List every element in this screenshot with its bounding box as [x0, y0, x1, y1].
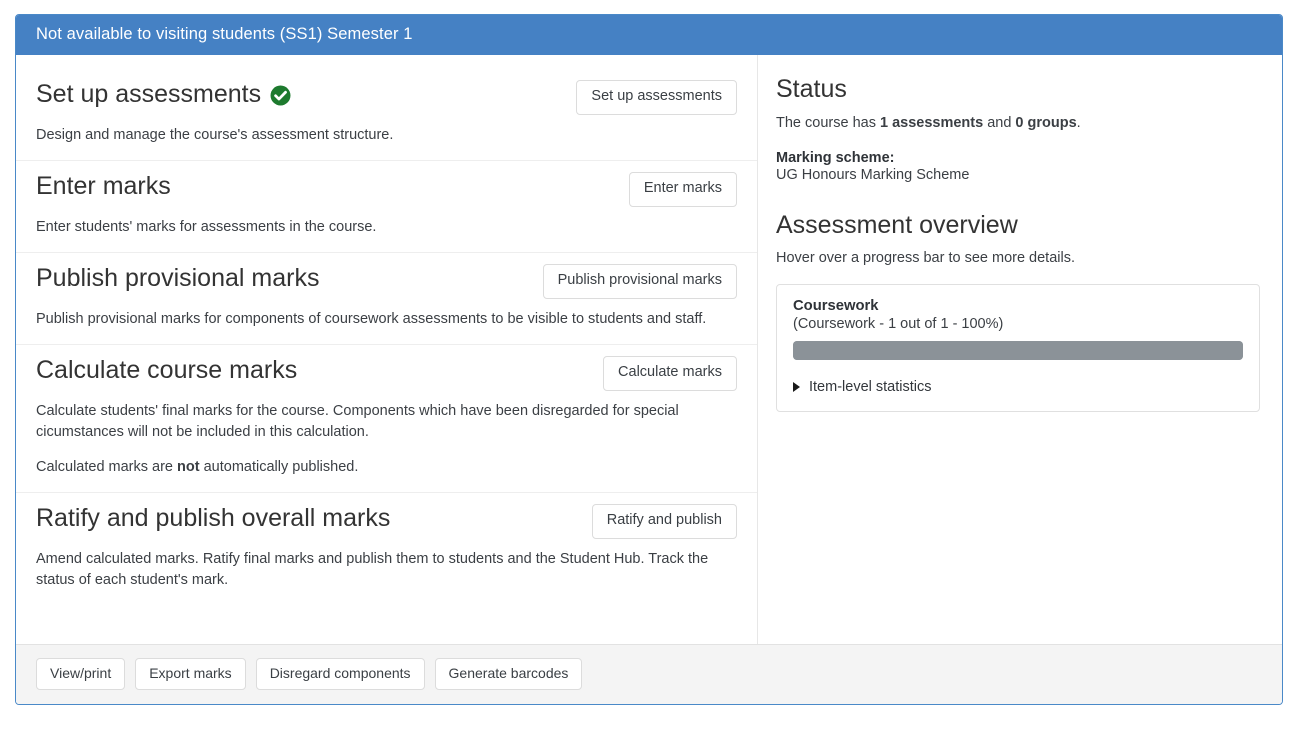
status-overview-column: Status The course has 1 assessments and … — [758, 55, 1282, 644]
workflow-sections-column: Set up assessments Set up assessments — [16, 55, 758, 644]
section-description: Amend calculated marks. Ratify final mar… — [36, 549, 737, 591]
assessment-overview-hint: Hover over a progress bar to see more de… — [776, 248, 1260, 270]
marking-scheme-block: Marking scheme: UG Honours Marking Schem… — [776, 150, 1260, 183]
section-header: Set up assessments Set up assessments — [36, 80, 737, 115]
note-prefix: Calculated marks are — [36, 459, 177, 475]
section-title-text: Ratify and publish overall marks — [36, 504, 390, 532]
course-assessment-panel: Not available to visiting students (SS1)… — [15, 14, 1283, 705]
section-title: Ratify and publish overall marks — [36, 504, 390, 532]
status-prefix: The course has — [776, 115, 880, 131]
app-root: Not available to visiting students (SS1)… — [0, 0, 1300, 740]
panel-title: Not available to visiting students (SS1)… — [36, 25, 413, 43]
panel-body: Set up assessments Set up assessments — [16, 55, 1282, 644]
panel-header: Not available to visiting students (SS1)… — [16, 15, 1282, 55]
panel-footer: View/print Export marks Disregard compon… — [16, 644, 1282, 704]
assessment-progress-fill — [793, 341, 1243, 360]
section-ratify-and-publish-overall-marks: Ratify and publish overall marks Ratify … — [16, 492, 757, 605]
generate-barcodes-button[interactable]: Generate barcodes — [435, 658, 583, 690]
section-title: Publish provisional marks — [36, 264, 319, 292]
section-enter-marks: Enter marks Enter marks Enter students' … — [16, 160, 757, 252]
section-calculate-course-marks: Calculate course marks Calculate marks C… — [16, 344, 757, 492]
assessments-count: 1 assessments — [880, 115, 983, 131]
section-header: Enter marks Enter marks — [36, 172, 737, 207]
section-set-up-assessments: Set up assessments Set up assessments — [16, 69, 757, 160]
section-header: Publish provisional marks Publish provis… — [36, 264, 737, 299]
section-title: Enter marks — [36, 172, 171, 200]
export-marks-button[interactable]: Export marks — [135, 658, 245, 690]
section-publish-provisional-marks: Publish provisional marks Publish provis… — [16, 252, 757, 344]
section-description: Enter students' marks for assessments in… — [36, 217, 737, 238]
check-circle-icon — [270, 85, 291, 106]
item-level-statistics-toggle[interactable]: Item-level statistics — [793, 379, 1243, 395]
item-level-statistics-label: Item-level statistics — [809, 379, 931, 395]
status-middle: and — [983, 115, 1015, 131]
marking-scheme-label: Marking scheme: — [776, 150, 1260, 166]
assessment-progress-bar[interactable] — [793, 341, 1243, 360]
section-header: Calculate course marks Calculate marks — [36, 356, 737, 391]
section-description: Design and manage the course's assessmen… — [36, 125, 737, 146]
section-header: Ratify and publish overall marks Ratify … — [36, 504, 737, 539]
assessment-overview-heading: Assessment overview — [776, 211, 1260, 240]
section-title: Set up assessments — [36, 80, 291, 108]
section-title-text: Publish provisional marks — [36, 264, 319, 292]
marking-scheme-value: UG Honours Marking Scheme — [776, 167, 1260, 183]
set-up-assessments-button[interactable]: Set up assessments — [576, 80, 737, 115]
section-description: Publish provisional marks for components… — [36, 309, 737, 330]
ratify-and-publish-button[interactable]: Ratify and publish — [592, 504, 737, 539]
assessment-overview-card: Coursework (Coursework - 1 out of 1 - 10… — [776, 284, 1260, 412]
note-emphasis: not — [177, 459, 200, 475]
view-print-button[interactable]: View/print — [36, 658, 125, 690]
publish-provisional-marks-button[interactable]: Publish provisional marks — [543, 264, 737, 299]
section-title-text: Set up assessments — [36, 80, 261, 108]
status-heading: Status — [776, 75, 1260, 104]
assessment-subtitle: (Coursework - 1 out of 1 - 100%) — [793, 316, 1243, 332]
section-note: Calculated marks are not automatically p… — [36, 457, 737, 478]
assessment-name: Coursework — [793, 298, 1243, 314]
section-description: Calculate students' final marks for the … — [36, 401, 737, 443]
enter-marks-button[interactable]: Enter marks — [629, 172, 737, 207]
status-summary: The course has 1 assessments and 0 group… — [776, 113, 1260, 135]
section-title: Calculate course marks — [36, 356, 297, 384]
note-suffix: automatically published. — [200, 459, 359, 475]
triangle-right-icon — [793, 382, 800, 392]
groups-count: 0 groups — [1015, 115, 1076, 131]
section-title-text: Enter marks — [36, 172, 171, 200]
section-title-text: Calculate course marks — [36, 356, 297, 384]
status-suffix: . — [1077, 115, 1081, 131]
disregard-components-button[interactable]: Disregard components — [256, 658, 425, 690]
calculate-marks-button[interactable]: Calculate marks — [603, 356, 737, 391]
